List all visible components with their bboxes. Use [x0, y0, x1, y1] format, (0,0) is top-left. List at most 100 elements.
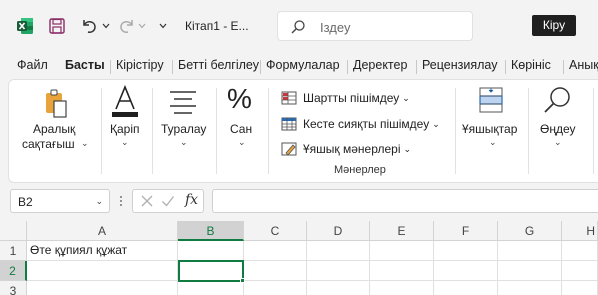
row-header-2[interactable]: 2	[0, 261, 27, 281]
tab-data[interactable]: Деректер	[353, 58, 407, 72]
tab-separator	[416, 60, 417, 74]
cell-a3[interactable]	[27, 281, 178, 295]
paste-icon	[42, 87, 70, 119]
chevron-down-icon: ⌄	[238, 137, 246, 147]
column-header-b[interactable]: B	[178, 221, 244, 241]
cell-styles-icon	[281, 142, 297, 156]
tab-home[interactable]: Басты	[65, 58, 105, 72]
format-as-table-label: Кесте сияқты пішімдеу	[303, 117, 430, 131]
excel-logo-icon	[16, 17, 34, 35]
cell-g2[interactable]	[498, 261, 562, 281]
fill-handle[interactable]	[240, 278, 245, 283]
cell-styles-label: Ұяшық мәнерлері	[303, 142, 401, 156]
tab-help[interactable]: Анықтама	[569, 58, 598, 72]
cell-e1[interactable]	[370, 241, 434, 261]
column-header-c[interactable]: C	[244, 221, 307, 241]
format-as-table-button[interactable]: Кесте сияқты пішімдеу ⌄	[281, 114, 440, 134]
editing-label: Өңдеу	[540, 122, 576, 136]
cell-f2[interactable]	[434, 261, 498, 281]
name-box-value: B2	[18, 195, 33, 209]
column-header-d[interactable]: D	[307, 221, 370, 241]
tab-view[interactable]: Көрініс	[511, 58, 551, 72]
cell-g1[interactable]	[498, 241, 562, 261]
cell-h1[interactable]	[562, 241, 598, 261]
ribbon-separator	[528, 88, 529, 174]
cell-d1[interactable]	[307, 241, 370, 261]
undo-button[interactable]	[78, 15, 100, 37]
percent-icon: %	[227, 83, 252, 114]
more-options-icon[interactable]	[117, 195, 125, 207]
ribbon-separator	[101, 88, 102, 174]
tab-page-layout[interactable]: Бетті белгілеу	[178, 58, 259, 72]
customize-toolbar-chevron-icon[interactable]	[158, 19, 168, 33]
chevron-down-icon: ⌄	[81, 138, 89, 148]
tab-formulas[interactable]: Формулалар	[266, 58, 340, 72]
cells-label: Ұяшықтар	[462, 122, 518, 136]
cell-f1[interactable]	[434, 241, 498, 261]
cell-c1[interactable]	[244, 241, 307, 261]
ribbon-separator	[268, 88, 269, 174]
sign-in-button[interactable]: Кіру	[532, 15, 576, 36]
redo-dropdown-chevron-icon[interactable]	[137, 19, 147, 33]
clipboard-label-line1: Аралық	[33, 122, 76, 136]
formula-bar: B2 ⌄ fx	[0, 183, 598, 223]
cell-h3[interactable]	[562, 281, 598, 295]
styles-group-label: Мәнерлер	[334, 164, 386, 176]
column-header-f[interactable]: F	[434, 221, 498, 241]
row-header-3[interactable]: 3	[0, 281, 27, 295]
cell-c3[interactable]	[244, 281, 307, 295]
chevron-down-icon: ⌄	[403, 143, 412, 154]
save-button[interactable]	[47, 16, 67, 36]
enter-check-icon[interactable]	[161, 194, 175, 211]
name-box[interactable]: B2 ⌄	[10, 189, 110, 213]
cell-g3[interactable]	[498, 281, 562, 295]
cancel-icon[interactable]	[140, 194, 154, 211]
clipboard-label-line2: сақтағыш	[22, 137, 75, 151]
select-all-corner[interactable]	[0, 221, 27, 241]
cell-a1[interactable]: Өте құпиял құжат	[27, 241, 178, 261]
chevron-down-icon: ⌄	[489, 137, 497, 147]
tab-separator	[505, 60, 506, 74]
chevron-down-icon: ⌄	[180, 137, 188, 147]
cells-icon	[478, 86, 506, 116]
tab-insert[interactable]: Кірістіру	[116, 58, 164, 72]
tab-file[interactable]: Файл	[17, 58, 48, 72]
chevron-down-icon: ⌄	[432, 118, 440, 129]
row-header-1[interactable]: 1	[0, 241, 27, 261]
undo-icon	[83, 20, 96, 33]
formula-actions: fx	[132, 189, 204, 213]
cell-b3[interactable]	[178, 281, 244, 295]
conditional-formatting-button[interactable]: Шартты пішімдеу ⌄	[281, 88, 410, 108]
cell-f3[interactable]	[434, 281, 498, 295]
alignment-label: Туралау	[161, 122, 207, 136]
spreadsheet-grid: A B C D E F G H 1 2 3 Өте құпиял құжат	[0, 221, 598, 295]
cell-c2[interactable]	[244, 261, 307, 281]
column-header-a[interactable]: A	[27, 221, 178, 241]
cell-d2[interactable]	[307, 261, 370, 281]
document-title[interactable]: Кітап1 - Е...	[185, 19, 249, 33]
undo-dropdown-chevron-icon[interactable]	[101, 19, 111, 33]
column-header-h[interactable]: H	[562, 221, 598, 241]
cell-a2[interactable]	[27, 261, 178, 281]
conditional-formatting-label: Шартты пішімдеу	[303, 91, 400, 105]
column-header-g[interactable]: G	[498, 221, 562, 241]
ribbon-separator	[455, 88, 456, 174]
column-header-e[interactable]: E	[370, 221, 434, 241]
font-color-icon	[110, 84, 140, 117]
search-icon	[290, 19, 306, 35]
redo-button[interactable]	[116, 15, 138, 37]
insert-function-icon[interactable]: fx	[185, 192, 198, 208]
find-icon	[542, 86, 572, 116]
chevron-down-icon: ⌄	[554, 137, 562, 147]
cell-b1[interactable]	[178, 241, 244, 261]
cell-d3[interactable]	[307, 281, 370, 295]
search-box[interactable]: Іздеу	[277, 11, 473, 41]
cell-e2[interactable]	[370, 261, 434, 281]
cell-h2[interactable]	[562, 261, 598, 281]
formula-input[interactable]	[212, 189, 598, 213]
chevron-down-icon[interactable]: ⌄	[95, 196, 103, 207]
cell-e3[interactable]	[370, 281, 434, 295]
tab-review[interactable]: Рецензиялау	[422, 58, 497, 72]
ribbon-separator	[152, 88, 153, 174]
cell-styles-button[interactable]: Ұяшық мәнерлері ⌄	[281, 139, 411, 159]
